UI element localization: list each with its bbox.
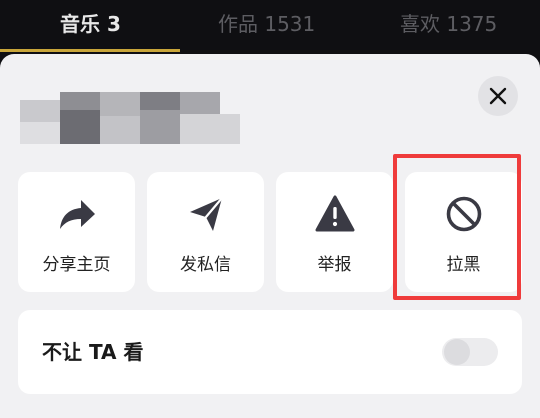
hide-from-user-row: 不让 TA 看 [18,310,522,394]
tab-likes[interactable]: 喜欢 1375 [400,10,497,38]
action-sheet: 分享主页 发私信 举报 拉黑 不让 TA 看 [0,54,540,418]
send-message-button[interactable]: 发私信 [147,172,264,292]
report-button[interactable]: 举报 [276,172,393,292]
toggle-knob [444,339,470,365]
send-message-label: 发私信 [180,255,231,275]
send-message-icon [189,196,223,231]
tab-music[interactable]: 音乐 3 [60,10,121,38]
report-label: 举报 [317,255,352,275]
close-icon [489,87,507,105]
hide-from-user-toggle[interactable] [442,338,498,366]
warning-icon [315,195,354,232]
share-profile-label: 分享主页 [42,255,111,275]
active-tab-indicator [0,49,180,52]
share-profile-button[interactable]: 分享主页 [18,172,135,292]
tab-works[interactable]: 作品 1531 [218,10,315,38]
block-highlight-frame [393,154,521,300]
share-arrow-icon [59,200,95,229]
close-button[interactable] [478,76,518,116]
profile-tabs: 音乐 3 作品 1531 喜欢 1375 [0,0,540,52]
hide-from-user-label: 不让 TA 看 [42,340,144,364]
